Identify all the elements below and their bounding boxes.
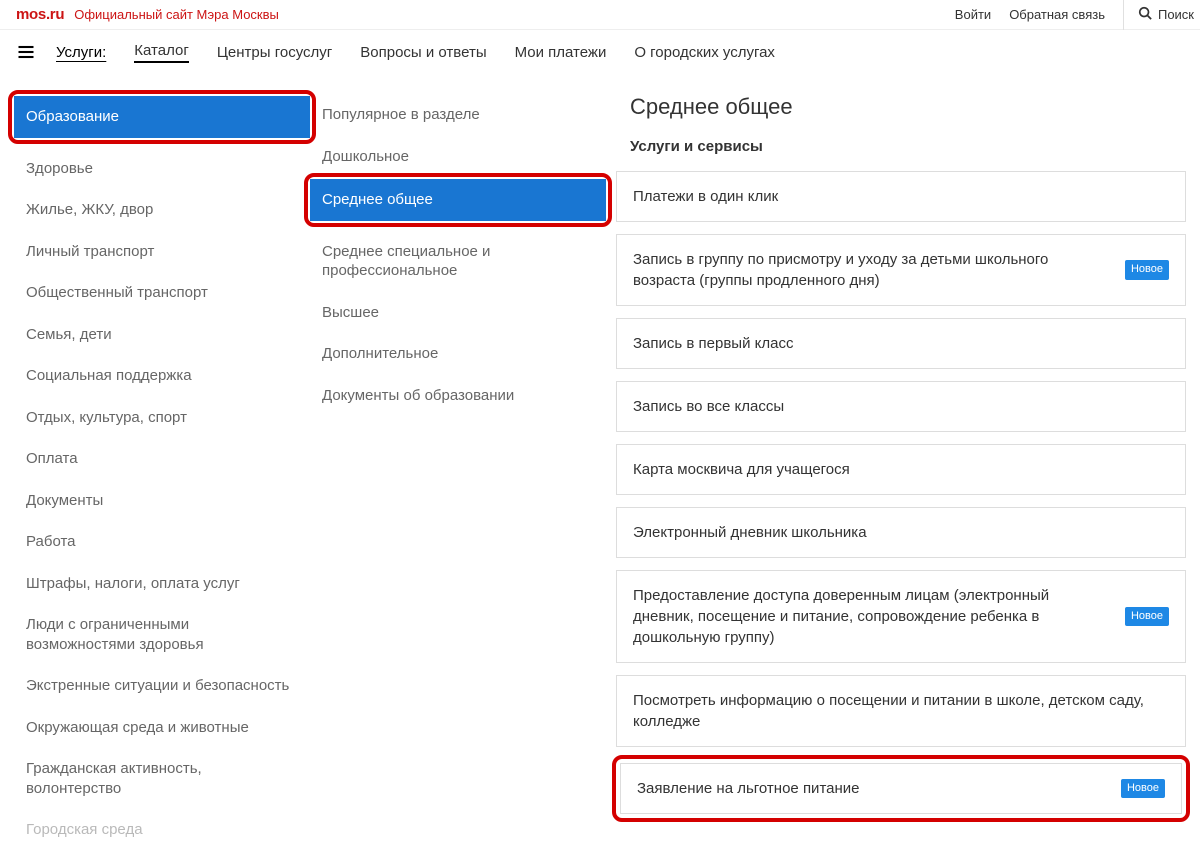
highlight-subcategory: Среднее общее <box>304 173 612 227</box>
topbar: mos.ru Официальный сайт Мэра Москвы Войт… <box>0 0 1200 30</box>
category-item-disability[interactable]: Люди с ограниченными возможностями здоро… <box>14 604 310 665</box>
new-badge: Новое <box>1125 260 1169 279</box>
service-label: Запись во все классы <box>633 396 1169 417</box>
category-item-work[interactable]: Работа <box>14 521 310 563</box>
service-label: Карта москвича для учащегося <box>633 459 1169 480</box>
page-title: Среднее общее <box>616 94 1186 120</box>
nav-links: Услуги: Каталог Центры госуслуг Вопросы … <box>56 42 775 63</box>
service-item[interactable]: Запись в группу по присмотру и уходу за … <box>616 234 1186 306</box>
category-item-personal-transport[interactable]: Личный транспорт <box>14 231 310 273</box>
service-label: Посмотреть информацию о посещении и пита… <box>633 690 1169 732</box>
category-item-environment[interactable]: Окружающая среда и животные <box>14 707 310 749</box>
category-item-family[interactable]: Семья, дети <box>14 314 310 356</box>
new-badge: Новое <box>1125 607 1169 626</box>
search-icon <box>1138 6 1152 23</box>
category-item-public-transport[interactable]: Общественный транспорт <box>14 272 310 314</box>
service-label: Запись в группу по присмотру и уходу за … <box>633 249 1113 291</box>
services-subtitle: Услуги и сервисы <box>616 138 1186 155</box>
service-item[interactable]: Запись во все классы <box>616 381 1186 432</box>
category-item-emergency[interactable]: Экстренные ситуации и безопасность <box>14 665 310 707</box>
service-label: Заявление на льготное питание <box>637 778 1109 799</box>
nav-item-about[interactable]: О городских услугах <box>634 44 775 61</box>
site-logo[interactable]: mos.ru <box>16 6 64 23</box>
service-item[interactable]: Посмотреть информацию о посещении и пита… <box>616 675 1186 747</box>
service-item[interactable]: Карта москвича для учащегося <box>616 444 1186 495</box>
service-item[interactable]: Электронный дневник школьника <box>616 507 1186 558</box>
nav-item-catalog[interactable]: Каталог <box>134 42 189 63</box>
category-item-payment[interactable]: Оплата <box>14 438 310 480</box>
service-label: Электронный дневник школьника <box>633 522 1169 543</box>
service-label: Предоставление доступа доверенным лицам … <box>633 585 1113 648</box>
hamburger-icon[interactable] <box>16 42 36 62</box>
navbar: Услуги: Каталог Центры госуслуг Вопросы … <box>0 30 1200 74</box>
feedback-link[interactable]: Обратная связь <box>1009 7 1105 22</box>
category-item-health[interactable]: Здоровье <box>14 148 310 190</box>
nav-section-label: Услуги: <box>56 44 106 61</box>
category-item-fines[interactable]: Штрафы, налоги, оплата услуг <box>14 563 310 605</box>
category-item-leisure[interactable]: Отдых, культура, спорт <box>14 397 310 439</box>
subcategory-item-secondary[interactable]: Среднее общее <box>310 179 606 221</box>
subcategory-item-popular[interactable]: Популярное в разделе <box>310 94 606 136</box>
nav-item-payments[interactable]: Мои платежи <box>515 44 607 61</box>
category-item-documents[interactable]: Документы <box>14 480 310 522</box>
search-button[interactable]: Поиск <box>1123 0 1194 30</box>
services-panel: Среднее общее Услуги и сервисы Платежи в… <box>606 88 1186 851</box>
category-item-civic[interactable]: Гражданская активность, волонтерство <box>14 748 310 809</box>
login-link[interactable]: Войти <box>955 7 991 22</box>
subcategory-item-preschool[interactable]: Дошкольное <box>310 136 606 178</box>
category-item-housing[interactable]: Жилье, ЖКУ, двор <box>14 189 310 231</box>
highlight-service: Заявление на льготное питание Новое <box>612 755 1190 822</box>
subcategory-item-additional[interactable]: Дополнительное <box>310 333 606 375</box>
subcategory-item-edu-docs[interactable]: Документы об образовании <box>310 375 606 417</box>
new-badge: Новое <box>1121 779 1165 798</box>
search-label: Поиск <box>1158 7 1194 22</box>
category-item-urban[interactable]: Городская среда <box>14 809 310 851</box>
content: Образование Здоровье Жилье, ЖКУ, двор Ли… <box>0 74 1200 851</box>
service-item[interactable]: Заявление на льготное питание Новое <box>620 763 1182 814</box>
service-item[interactable]: Предоставление доступа доверенным лицам … <box>616 570 1186 663</box>
category-list: Образование Здоровье Жилье, ЖКУ, двор Ли… <box>14 88 310 851</box>
service-label: Платежи в один клик <box>633 186 1169 207</box>
category-item-social[interactable]: Социальная поддержка <box>14 355 310 397</box>
site-subtitle: Официальный сайт Мэра Москвы <box>74 7 279 22</box>
subcategory-item-higher[interactable]: Высшее <box>310 292 606 334</box>
nav-item-centers[interactable]: Центры госуслуг <box>217 44 332 61</box>
service-item[interactable]: Платежи в один клик <box>616 171 1186 222</box>
service-label: Запись в первый класс <box>633 333 1169 354</box>
nav-item-faq[interactable]: Вопросы и ответы <box>360 44 486 61</box>
subcategory-list: Популярное в разделе Дошкольное Среднее … <box>310 88 606 851</box>
service-item[interactable]: Запись в первый класс <box>616 318 1186 369</box>
highlight-category: Образование <box>8 90 316 144</box>
subcategory-item-vocational[interactable]: Среднее специальное и профессиональное <box>310 231 606 292</box>
category-item-education[interactable]: Образование <box>14 96 310 138</box>
